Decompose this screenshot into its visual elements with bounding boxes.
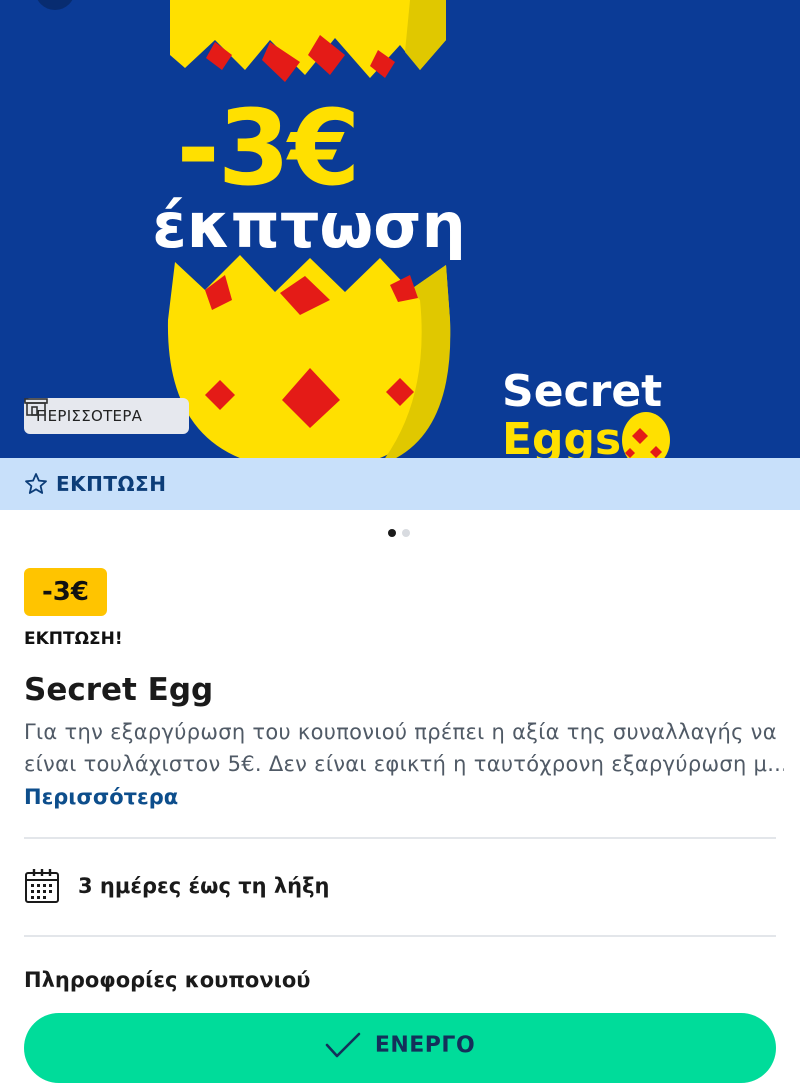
expiry-row: 3 ημέρες έως τη λήξη xyxy=(24,868,329,904)
coupon-title: Secret Egg xyxy=(24,672,214,708)
hero-brand-line2: Eggs xyxy=(502,414,622,459)
hero-banner: -3€ έκπτωση Secret Eggs ΠΕΡΙΣΣΟΤΕΡΑ xyxy=(0,0,800,458)
active-status-button[interactable]: ΕΝΕΡΓΟ xyxy=(24,1013,776,1083)
coupon-info-heading[interactable]: Πληροφορίες κουπονιού xyxy=(24,968,310,992)
calendar-icon xyxy=(25,869,59,903)
coupon-type-label: ΕΚΠΤΩΣΗ! xyxy=(24,629,123,649)
carousel-dot-2[interactable] xyxy=(402,529,410,537)
more-images-label: ΠΕΡΙΣΣΟΤΕΡΑ xyxy=(36,407,143,425)
category-bar: ΕΚΠΤΩΣΗ xyxy=(0,458,800,510)
hero-discount-word: έκπτωση xyxy=(152,189,466,262)
coupon-description: Για την εξαργύρωση του κουπονιού πρέπει … xyxy=(24,716,784,780)
category-label: ΕΚΠΤΩΣΗ xyxy=(56,472,167,496)
carousel-dot-1[interactable] xyxy=(388,529,396,537)
discount-badge: -3€ xyxy=(24,568,107,616)
check-icon xyxy=(325,1032,361,1058)
read-more-link[interactable]: Περισσότερα xyxy=(24,785,178,809)
star-outline-icon xyxy=(25,473,47,494)
more-images-button[interactable]: ΠΕΡΙΣΣΟΤΕΡΑ xyxy=(24,398,189,434)
coupon-description-line-2: είναι τουλάχιστον 5€. Δεν είναι εφικτή η… xyxy=(24,752,784,776)
expiry-text: 3 ημέρες έως τη λήξη xyxy=(78,874,330,898)
carousel-indicator xyxy=(388,529,410,537)
coupon-description-line-1: Για την εξαργύρωση του κουπονιού πρέπει … xyxy=(24,720,777,744)
hero-brand-line1: Secret xyxy=(502,366,663,417)
hero-discount-amount: -3€ xyxy=(176,87,361,209)
divider xyxy=(24,935,776,937)
divider xyxy=(24,837,776,839)
active-status-label: ΕΝΕΡΓΟ xyxy=(374,1033,476,1058)
storefront-icon xyxy=(24,398,48,416)
